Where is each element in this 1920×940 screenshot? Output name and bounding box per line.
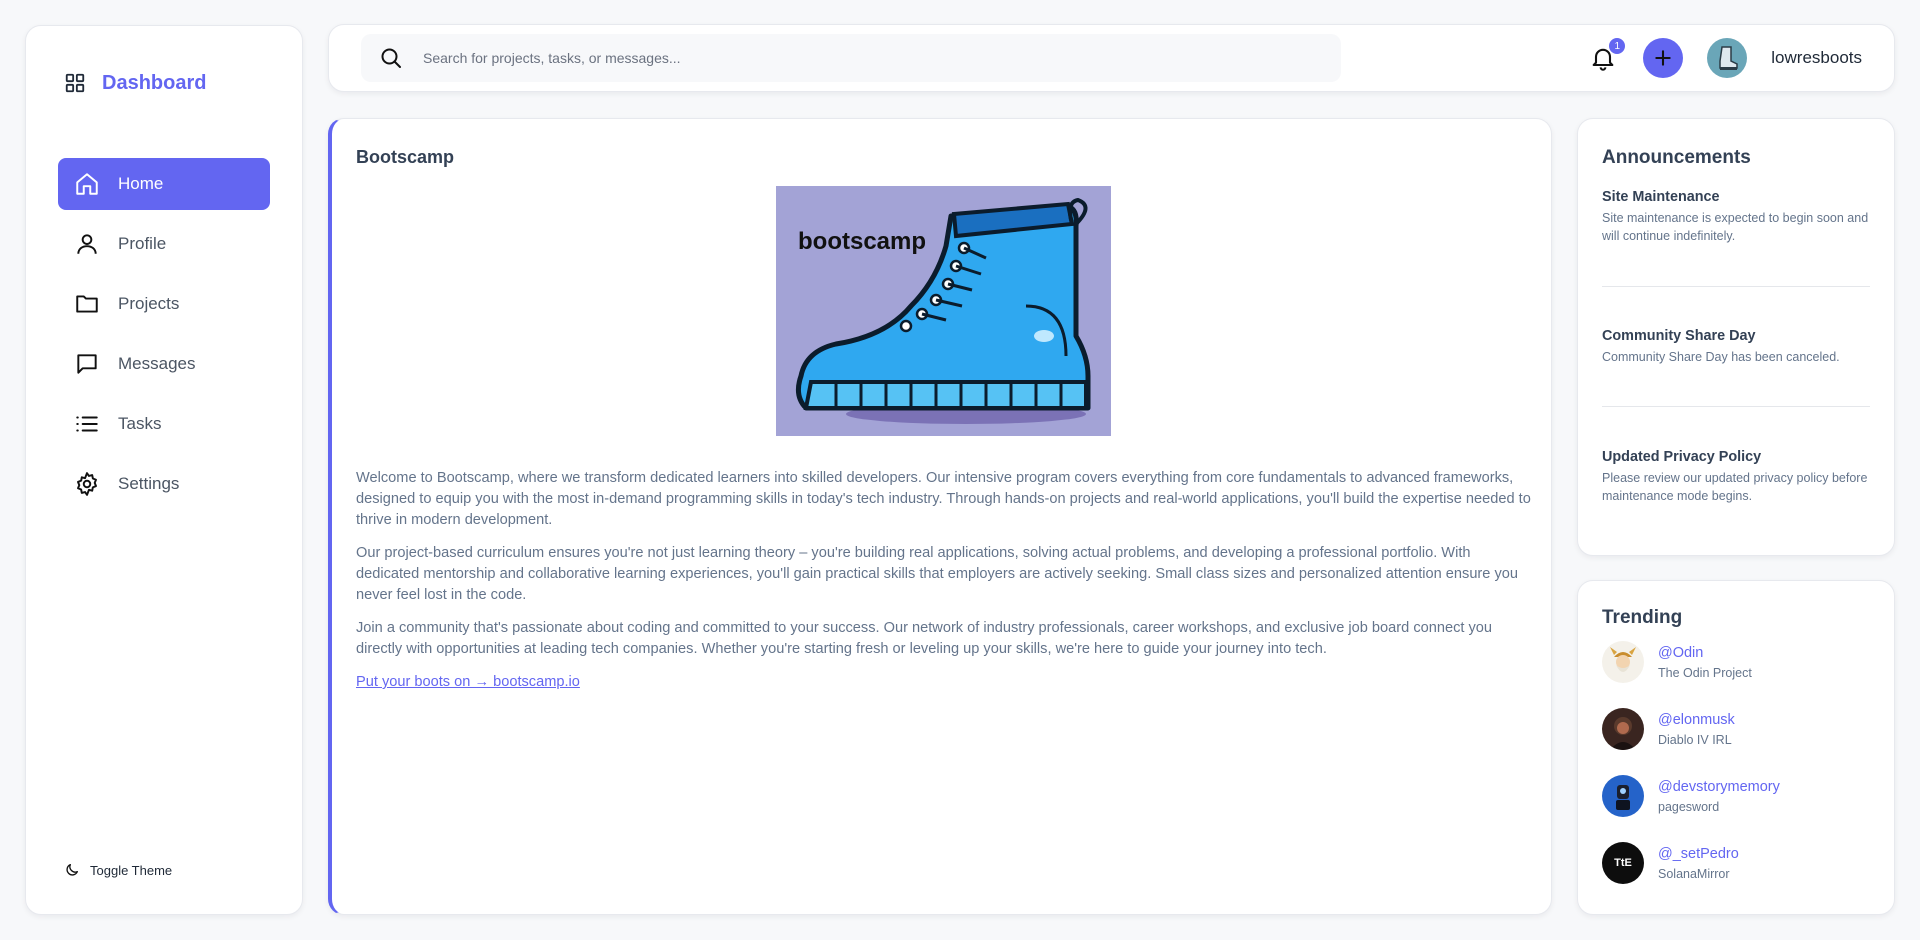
message-icon — [77, 354, 97, 374]
toggle-theme-button[interactable]: Toggle Theme — [64, 862, 302, 878]
divider — [1602, 286, 1870, 287]
announcements-panel: Announcements Site Maintenance Site main… — [1577, 118, 1895, 556]
announcement-title: Updated Privacy Policy — [1602, 449, 1762, 465]
announcement-title: Community Share Day — [1602, 328, 1756, 344]
trending-subtitle: pagesword — [1658, 799, 1720, 814]
trending-handle[interactable]: @_setPedro — [1658, 846, 1739, 862]
announcements-title: Announcements — [1602, 147, 1751, 168]
sidebar-item-label: Messages — [118, 354, 196, 373]
trending-item[interactable]: @elonmusk Diablo IV IRL — [1602, 708, 1870, 750]
intro-paragraph: Welcome to Bootscamp, where we transform… — [356, 470, 1531, 528]
trending-title: Trending — [1602, 607, 1683, 628]
sidebar-nav: Home Profile Projects Messages Tasks Set… — [58, 158, 270, 510]
trending-subtitle: The Odin Project — [1658, 665, 1752, 680]
list-icon — [76, 416, 98, 432]
sidebar-item-label: Profile — [118, 234, 167, 253]
announcement-body: Community Share Day has been canceled. — [1602, 350, 1840, 364]
sidebar: Dashboard Home Profile Projects Messages — [25, 25, 303, 915]
sidebar-item-settings[interactable]: Settings — [58, 458, 270, 510]
home-icon — [76, 173, 98, 195]
avatar[interactable] — [1707, 38, 1748, 78]
trending-handle[interactable]: @Odin — [1658, 645, 1752, 661]
trending-subtitle: SolanaMirror — [1658, 866, 1730, 881]
hero-image: bootscamp — [776, 186, 1111, 436]
announcement-title: Site Maintenance — [1602, 189, 1720, 205]
page-title: Bootscamp — [356, 147, 455, 167]
announcement-body: Please review our updated privacy policy… — [1602, 471, 1868, 503]
trending-item[interactable]: @devstorymemory pagesword — [1602, 775, 1870, 817]
trending-item[interactable]: @Odin The Odin Project — [1602, 641, 1870, 683]
bootscamp-link[interactable]: Put your boots on → bootscamp.io — [356, 674, 580, 690]
boot-illustration-icon — [795, 197, 1091, 424]
sidebar-item-profile[interactable]: Profile — [58, 218, 270, 270]
trending-item[interactable]: TtE @_setPedro SolanaMirror — [1602, 842, 1870, 884]
dashboard-grid-icon — [65, 73, 85, 93]
toggle-theme-label: Toggle Theme — [90, 862, 173, 878]
trending-panel: Trending @Odin The Odin Project @elonmus… — [1577, 580, 1895, 915]
avatar — [1602, 641, 1644, 683]
top-actions: 1 lowresboots — [1589, 38, 1862, 78]
username[interactable]: lowresboots — [1771, 48, 1862, 68]
add-button[interactable] — [1643, 38, 1684, 78]
community-paragraph: Join a community that's passionate about… — [356, 620, 1493, 657]
viking-avatar-icon — [1610, 647, 1636, 672]
curriculum-paragraph: Our project-based curriculum ensures you… — [356, 545, 1518, 603]
trending-subtitle: Diablo IV IRL — [1658, 732, 1732, 747]
search-input[interactable] — [423, 50, 1303, 66]
search-icon — [381, 48, 401, 68]
person-avatar-icon — [1610, 717, 1636, 750]
brand[interactable]: Dashboard — [64, 68, 302, 98]
user-icon — [77, 234, 97, 254]
sidebar-item-label: Tasks — [118, 414, 162, 433]
notifications-button[interactable]: 1 — [1589, 38, 1626, 72]
sidebar-item-label: Projects — [118, 294, 180, 313]
plus-icon — [1655, 50, 1671, 66]
main-content: Bootscamp bootscamp Welcome to Bootscamp… — [328, 118, 1552, 915]
sidebar-item-projects[interactable]: Projects — [58, 278, 270, 330]
notification-badge: 1 — [1609, 38, 1626, 54]
trending-list: @Odin The Odin Project @elonmusk Diablo … — [1602, 641, 1870, 884]
trending-handle[interactable]: @devstorymemory — [1658, 779, 1780, 795]
announcement-item[interactable]: Site Maintenance Site maintenance is exp… — [1602, 189, 1870, 245]
sidebar-item-label: Settings — [118, 474, 180, 493]
avatar — [1602, 775, 1644, 817]
sidebar-item-label: Home — [118, 174, 164, 193]
divider — [1602, 406, 1870, 407]
tte-logo: TtE — [1614, 857, 1632, 869]
announcement-item[interactable]: Updated Privacy Policy Please review our… — [1602, 449, 1870, 505]
top-bar: 1 lowresboots — [328, 24, 1895, 92]
avatar — [1602, 708, 1644, 750]
robot-avatar-icon — [1616, 785, 1630, 810]
announcement-body: Site maintenance is expected to begin so… — [1602, 211, 1869, 243]
search-bar[interactable] — [361, 34, 1341, 82]
sidebar-item-tasks[interactable]: Tasks — [58, 398, 270, 450]
avatar: TtE — [1602, 842, 1644, 884]
sidebar-item-home[interactable]: Home — [58, 158, 270, 210]
folder-icon — [76, 295, 98, 313]
boot-avatar-icon — [1719, 46, 1739, 70]
trending-handle[interactable]: @elonmusk — [1658, 712, 1735, 728]
brand-title: Dashboard — [102, 71, 207, 94]
moon-icon — [66, 864, 78, 876]
sidebar-item-messages[interactable]: Messages — [58, 338, 270, 390]
gear-icon — [77, 472, 97, 496]
announcement-item[interactable]: Community Share Day Community Share Day … — [1602, 328, 1870, 366]
